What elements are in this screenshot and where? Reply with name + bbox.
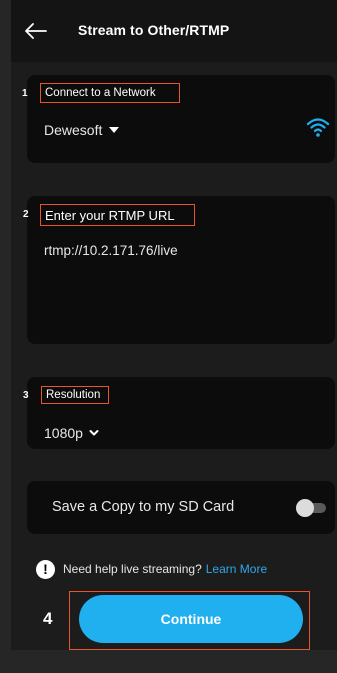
resolution-label: Resolution [41, 386, 109, 404]
back-button[interactable] [23, 18, 49, 44]
sd-card-label: Save a Copy to my SD Card [52, 499, 235, 515]
header-bar: Stream to Other/RTMP [11, 0, 337, 62]
help-text: Need help live streaming? [63, 562, 202, 576]
step-number-1: 1 [22, 88, 28, 99]
chevron-down-icon [89, 430, 99, 436]
step-number-4: 4 [43, 609, 53, 628]
caret-down-icon [109, 127, 120, 133]
app-screen: Stream to Other/RTMP 1 Connect to a Netw… [11, 0, 337, 650]
toggle-knob [296, 499, 314, 517]
arrow-left-icon [25, 23, 47, 39]
rtmp-url-input[interactable]: rtmp://10.2.171.76/live [44, 243, 178, 258]
network-selected-value: Dewesoft [44, 122, 103, 138]
exclamation-icon: ! [36, 559, 55, 579]
resolution-select[interactable]: 1080p [44, 423, 99, 443]
step-number-2: 2 [23, 209, 29, 220]
step-number-3: 3 [23, 390, 29, 401]
help-row: ! Need help live streaming? Learn More [36, 559, 267, 579]
resolution-selected-value: 1080p [44, 425, 83, 441]
network-select[interactable]: Dewesoft [44, 120, 120, 140]
wifi-icon [306, 118, 330, 137]
learn-more-link[interactable]: Learn More [206, 562, 267, 576]
page-title: Stream to Other/RTMP [78, 22, 230, 38]
sd-card-toggle[interactable] [296, 499, 328, 517]
network-label: Connect to a Network [40, 83, 180, 103]
continue-button[interactable]: Continue [79, 595, 303, 643]
rtmp-url-label: Enter your RTMP URL [40, 204, 195, 226]
